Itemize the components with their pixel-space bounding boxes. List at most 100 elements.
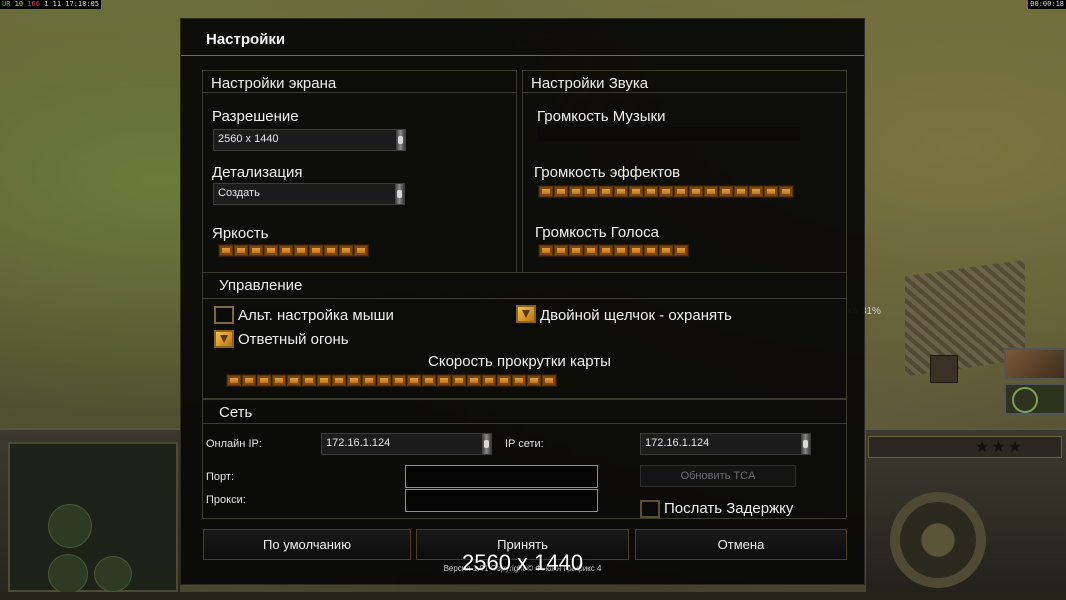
slider-segment[interactable] xyxy=(219,245,233,256)
online-ip-select[interactable]: 172.16.1.124 xyxy=(321,433,492,455)
slider-segment[interactable] xyxy=(437,375,451,386)
slider-segment[interactable] xyxy=(249,245,263,256)
slider-segment[interactable] xyxy=(764,186,778,197)
slider-segment[interactable] xyxy=(674,245,688,256)
slider-segment[interactable] xyxy=(264,245,278,256)
slider-segment[interactable] xyxy=(599,186,613,197)
resolution-select[interactable]: 2560 x 1440 xyxy=(213,129,406,151)
resolution-scroll-handle[interactable] xyxy=(396,130,405,150)
slider-segment[interactable] xyxy=(689,186,703,197)
slider-segment[interactable] xyxy=(324,245,338,256)
resolution-value: 2560 x 1440 xyxy=(218,133,279,145)
crate xyxy=(930,355,958,383)
slider-segment[interactable] xyxy=(749,186,763,197)
lan-ip-scroll-handle[interactable] xyxy=(801,434,810,454)
scroll-speed-slider[interactable] xyxy=(226,374,557,387)
detail-scroll-handle[interactable] xyxy=(395,184,404,204)
slider-segment[interactable] xyxy=(719,186,733,197)
rank-stars-icon: ★★★ xyxy=(975,437,1025,456)
slider-segment[interactable] xyxy=(734,186,748,197)
network-header: Сеть xyxy=(203,400,846,424)
proxy-input[interactable] xyxy=(405,489,598,512)
music-volume-slider[interactable] xyxy=(538,127,800,141)
slider-segment[interactable] xyxy=(569,245,583,256)
slider-segment[interactable] xyxy=(287,375,301,386)
slider-segment[interactable] xyxy=(584,245,598,256)
slider-segment[interactable] xyxy=(644,245,658,256)
return-fire-checkbox[interactable] xyxy=(214,330,234,348)
lan-ip-select[interactable]: 172.16.1.124 xyxy=(640,433,811,455)
slider-segment[interactable] xyxy=(554,245,568,256)
slider-segment[interactable] xyxy=(294,245,308,256)
slider-segment[interactable] xyxy=(644,186,658,197)
slider-segment[interactable] xyxy=(659,186,673,197)
brightness-slider[interactable] xyxy=(218,244,369,257)
effects-volume-slider[interactable] xyxy=(538,185,794,198)
command-wheel[interactable] xyxy=(890,492,986,588)
detail-value: Создать xyxy=(218,187,260,199)
slider-segment[interactable] xyxy=(497,375,511,386)
slider-segment[interactable] xyxy=(467,375,481,386)
slider-segment[interactable] xyxy=(629,186,643,197)
slider-segment[interactable] xyxy=(584,186,598,197)
hud-rank-bar xyxy=(868,436,1062,458)
slider-segment[interactable] xyxy=(392,375,406,386)
alt-mouse-label: Альт. настройка мыши xyxy=(238,307,394,324)
slider-segment[interactable] xyxy=(539,186,553,197)
slider-segment[interactable] xyxy=(674,186,688,197)
slider-segment[interactable] xyxy=(704,186,718,197)
port-input[interactable] xyxy=(405,465,598,488)
slider-segment[interactable] xyxy=(339,245,353,256)
update-tca-button[interactable]: Обновить TCA xyxy=(640,465,796,487)
detail-label: Детализация xyxy=(212,164,303,181)
slider-segment[interactable] xyxy=(234,245,248,256)
slider-segment[interactable] xyxy=(614,186,628,197)
slider-segment[interactable] xyxy=(614,245,628,256)
slider-segment[interactable] xyxy=(347,375,361,386)
slider-segment[interactable] xyxy=(257,375,271,386)
music-volume-label: Громкость Музыки xyxy=(537,108,666,125)
slider-segment[interactable] xyxy=(659,245,673,256)
return-fire-label: Ответный огонь xyxy=(238,331,349,348)
cancel-button[interactable]: Отмена xyxy=(635,529,847,560)
slider-segment[interactable] xyxy=(332,375,346,386)
slider-segment[interactable] xyxy=(302,375,316,386)
send-delay-checkbox[interactable] xyxy=(640,500,660,518)
slider-segment[interactable] xyxy=(599,245,613,256)
voice-volume-slider[interactable] xyxy=(538,244,689,257)
slider-segment[interactable] xyxy=(452,375,466,386)
slider-segment[interactable] xyxy=(279,245,293,256)
slider-segment[interactable] xyxy=(542,375,556,386)
detail-select[interactable]: Создать xyxy=(213,183,405,205)
alt-mouse-checkbox[interactable] xyxy=(214,306,234,324)
voice-volume-label: Громкость Голоса xyxy=(535,224,659,241)
slider-segment[interactable] xyxy=(629,245,643,256)
online-ip-label: Онлайн IP: xyxy=(206,438,262,450)
slider-segment[interactable] xyxy=(527,375,541,386)
slider-segment[interactable] xyxy=(317,375,331,386)
slider-segment[interactable] xyxy=(407,375,421,386)
stat-1: UR xyxy=(2,0,11,8)
slider-segment[interactable] xyxy=(512,375,526,386)
minimap[interactable] xyxy=(8,442,178,594)
slider-segment[interactable] xyxy=(377,375,391,386)
slider-segment[interactable] xyxy=(482,375,496,386)
slider-segment[interactable] xyxy=(272,375,286,386)
slider-segment[interactable] xyxy=(554,186,568,197)
defaults-button[interactable]: По умолчанию xyxy=(203,529,411,560)
lan-ip-label: IP сети: xyxy=(505,438,544,450)
online-ip-scroll-handle[interactable] xyxy=(482,434,491,454)
slider-segment[interactable] xyxy=(779,186,793,197)
double-click-guard-checkbox[interactable] xyxy=(516,305,536,323)
minimap-marker xyxy=(48,504,92,548)
slider-segment[interactable] xyxy=(309,245,323,256)
slider-segment[interactable] xyxy=(242,375,256,386)
slider-segment[interactable] xyxy=(227,375,241,386)
slider-segment[interactable] xyxy=(539,245,553,256)
slider-segment[interactable] xyxy=(362,375,376,386)
slider-segment[interactable] xyxy=(569,186,583,197)
resolution-overlay-text: 2560 x 1440 xyxy=(462,550,584,575)
slider-segment[interactable] xyxy=(422,375,436,386)
unit-portrait[interactable] xyxy=(1004,348,1066,380)
slider-segment[interactable] xyxy=(354,245,368,256)
